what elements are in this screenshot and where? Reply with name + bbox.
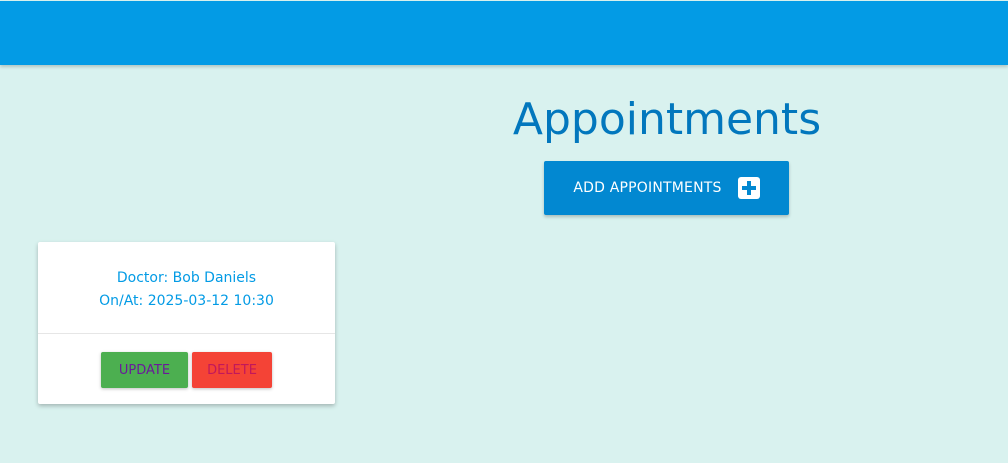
appointment-card-actions: UPDATE DELETE: [38, 352, 335, 388]
add-appointments-label: ADD APPOINTMENTS: [573, 180, 722, 196]
delete-button[interactable]: DELETE: [192, 352, 272, 388]
top-app-bar: [0, 1, 1008, 65]
appointment-card-content: Doctor: Bob Daniels On/At: 2025-03-12 10…: [38, 242, 335, 334]
appointment-datetime: On/At: 2025-03-12 10:30: [99, 293, 274, 309]
appointment-doctor: Doctor: Bob Daniels: [116, 270, 257, 286]
update-button[interactable]: UPDATE: [101, 352, 188, 388]
appointment-card: Doctor: Bob Daniels On/At: 2025-03-12 10…: [38, 242, 335, 404]
page-title: Appointments: [512, 94, 822, 145]
add-appointments-button[interactable]: ADD APPOINTMENTS: [544, 161, 789, 215]
plus-square-icon: [737, 177, 760, 199]
